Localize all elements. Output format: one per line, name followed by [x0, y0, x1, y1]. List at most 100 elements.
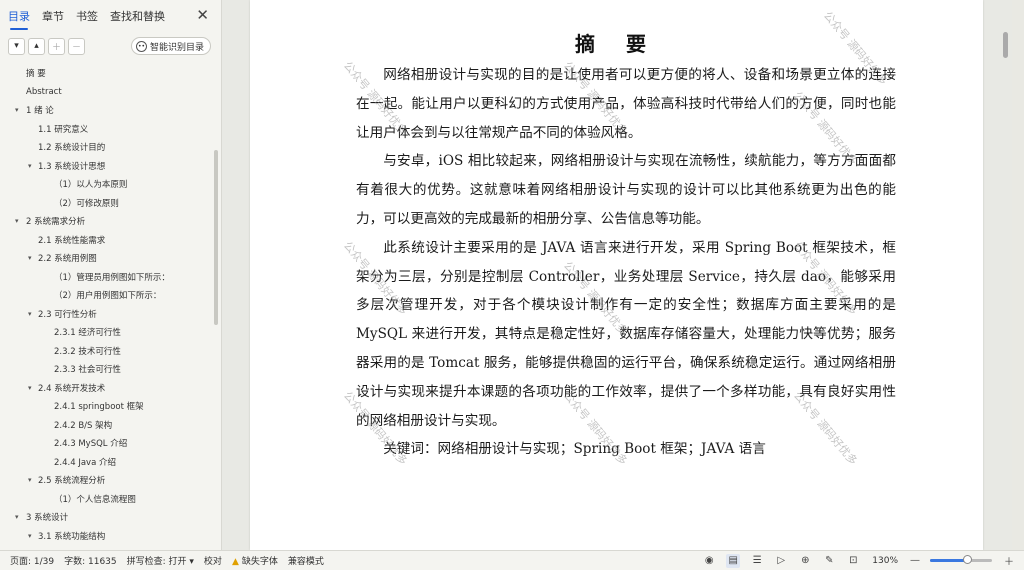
- expand-arrow-icon[interactable]: ▾: [28, 384, 32, 392]
- play-icon[interactable]: ▷: [774, 554, 788, 568]
- toc-item[interactable]: （2）用户用例图如下所示：: [0, 286, 214, 305]
- pen-icon[interactable]: ✎: [822, 554, 836, 568]
- spell-check-toggle[interactable]: 拼写检查: 打开 ▾: [127, 554, 194, 567]
- toc-scrollbar[interactable]: [214, 150, 218, 325]
- status-bar: 页面: 1/39 字数: 11635 拼写检查: 打开 ▾ 校对 ▲ 缺失字体 兼…: [0, 550, 1024, 570]
- page-view-icon[interactable]: ▤: [726, 553, 741, 568]
- toc-item-label: （1）个人信息流程图: [54, 494, 136, 505]
- robot-icon: ••: [135, 40, 147, 52]
- toc-item-label: 摘 要: [26, 69, 46, 80]
- toc-item[interactable]: 2.3.1 经济可行性: [0, 323, 214, 342]
- tab-chapters[interactable]: 章节: [42, 4, 64, 28]
- expand-arrow-icon[interactable]: ▾: [28, 162, 32, 170]
- tab-find-replace[interactable]: 查找和替换: [110, 4, 165, 28]
- toc-item[interactable]: 2.4.4 Java 介绍: [0, 453, 214, 472]
- toc-item-label: 2.3.3 社会可行性: [54, 365, 121, 376]
- paragraph: 网络相册设计与实现的目的是让使用者可以更方便的将人、设备和场景更立体的连接在一起…: [356, 67, 896, 141]
- toc-item[interactable]: ▾ 2 系统需求分析: [0, 212, 214, 231]
- warning-icon: ▲: [231, 557, 239, 567]
- toc-item-label: 1.1 研究意义: [38, 124, 89, 135]
- chevron-down-icon: ▾: [14, 41, 19, 51]
- toc-item-label: 2.4.1 springboot 框架: [54, 402, 144, 413]
- toc-item-label: 2.3 可行性分析: [38, 309, 97, 320]
- tab-toc[interactable]: 目录: [8, 4, 30, 30]
- minus-icon: －: [71, 42, 81, 53]
- toc-item-label: 2.4 系统开发技术: [38, 383, 106, 394]
- toc-item-label: 2.3.2 技术可行性: [54, 346, 121, 357]
- toc-item[interactable]: ▾ 2.2 系统用例图: [0, 249, 214, 268]
- zoom-slider[interactable]: [930, 555, 992, 564]
- toc-item-label: 2.3.1 经济可行性: [54, 328, 121, 339]
- toc-item[interactable]: ▾ 3 系统设计: [0, 508, 214, 527]
- plus-icon: ＋: [51, 42, 61, 53]
- expand-arrow-icon[interactable]: ▾: [15, 513, 19, 521]
- document-scrollbar[interactable]: [1000, 0, 1012, 550]
- toc-item[interactable]: （1）个人信息流程图: [0, 490, 214, 509]
- toc-item[interactable]: （2）可修改原则: [0, 194, 214, 213]
- zoom-level[interactable]: 130%: [872, 556, 898, 566]
- zoom-out-icon[interactable]: —: [908, 554, 922, 568]
- toc-item[interactable]: 1.2 系统设计目的: [0, 138, 214, 157]
- missing-font-label: 缺失字体: [241, 557, 278, 567]
- document-body: 网络相册设计与实现的目的是让使用者可以更方便的将人、设备和场景更立体的连接在一起…: [356, 61, 896, 464]
- toc-item[interactable]: 2.3.3 社会可行性: [0, 360, 214, 379]
- toc-item[interactable]: （1）管理员用例图如下所示：: [0, 268, 214, 287]
- document-area: 摘 要 网络相册设计与实现的目的是让使用者可以更方便的将人、设备和场景更立体的连…: [222, 0, 1012, 550]
- close-icon[interactable]: ✕: [196, 7, 209, 23]
- compat-mode[interactable]: 兼容模式: [288, 554, 324, 567]
- toc-item-label: 2.5 系统流程分析: [38, 476, 106, 487]
- smart-toc-button[interactable]: •• 智能识别目录: [130, 37, 211, 55]
- toc-item[interactable]: 2.4.1 springboot 框架: [0, 397, 214, 416]
- expand-all-button[interactable]: ▾: [8, 37, 25, 55]
- toc-item-label: （2）可修改原则: [54, 198, 119, 209]
- scroll-thumb[interactable]: [1003, 32, 1008, 58]
- nav-tabs: 目录 章节 书签 查找和替换 ✕: [0, 0, 221, 32]
- toc-item-label: （2）用户用例图如下所示：: [54, 291, 162, 302]
- collapse-all-button[interactable]: ▴: [28, 37, 45, 55]
- chevron-up-icon: ▴: [34, 41, 39, 51]
- toc-item[interactable]: 2.1 系统性能需求: [0, 231, 214, 250]
- toc-item[interactable]: 摘 要: [0, 64, 214, 83]
- toc-item[interactable]: 2.4.3 MySQL 介绍: [0, 434, 214, 453]
- page-title: 摘 要: [575, 32, 658, 56]
- tab-bookmarks[interactable]: 书签: [76, 4, 98, 28]
- paragraph: 此系统设计主要采用的是 JAVA 语言来进行开发，采用 Spring Boot …: [356, 239, 896, 429]
- outline-view-icon[interactable]: ☰: [750, 554, 764, 568]
- toc-item-label: （1）以人为本原则: [54, 180, 128, 191]
- toc-item[interactable]: （1）以人为本原则: [0, 175, 214, 194]
- missing-font-button[interactable]: ▲ 缺失字体: [232, 554, 278, 567]
- toc-item[interactable]: ▾ 1.3 系统设计思想: [0, 157, 214, 176]
- toc-item[interactable]: ▾ 2.5 系统流程分析: [0, 471, 214, 490]
- expand-arrow-icon[interactable]: ▾: [15, 106, 19, 114]
- toc-item-label: 2.1 系统性能需求: [38, 235, 106, 246]
- expand-arrow-icon[interactable]: ▾: [28, 310, 32, 318]
- toc-item[interactable]: 2.4.2 B/S 架构: [0, 416, 214, 435]
- web-view-icon[interactable]: ⊕: [798, 554, 812, 568]
- word-count[interactable]: 字数: 11635: [64, 554, 117, 567]
- proofread-button[interactable]: 校对: [204, 554, 222, 567]
- eye-icon[interactable]: ◉: [702, 554, 716, 568]
- expand-arrow-icon[interactable]: ▾: [15, 217, 19, 225]
- toc-item[interactable]: Abstract: [0, 83, 214, 102]
- toc-item-label: Abstract: [26, 86, 62, 97]
- document-page[interactable]: 摘 要 网络相册设计与实现的目的是让使用者可以更方便的将人、设备和场景更立体的连…: [250, 0, 983, 550]
- toc-item[interactable]: 1.1 研究意义: [0, 120, 214, 139]
- toc-item[interactable]: 2.3.2 技术可行性: [0, 342, 214, 361]
- toc-item-label: 2.4.4 Java 介绍: [54, 457, 116, 468]
- toc-item-label: 2 系统需求分析: [26, 217, 86, 228]
- toc-item[interactable]: ▾ 2.4 系统开发技术: [0, 379, 214, 398]
- toc-item[interactable]: ▾ 2.3 可行性分析: [0, 305, 214, 324]
- page-count[interactable]: 页面: 1/39: [10, 554, 54, 567]
- smart-toc-label: 智能识别目录: [149, 42, 204, 53]
- expand-arrow-icon[interactable]: ▾: [28, 254, 32, 262]
- toc-item[interactable]: ▾ 3.1 系统功能结构: [0, 527, 214, 546]
- remove-heading-button[interactable]: －: [68, 37, 85, 55]
- add-heading-button[interactable]: ＋: [48, 37, 65, 55]
- toc-item[interactable]: ▾ 1 绪 论: [0, 101, 214, 120]
- zoom-slider-knob[interactable]: [963, 555, 973, 564]
- expand-arrow-icon[interactable]: ▾: [28, 476, 32, 484]
- keywords: 关键词：网络相册设计与实现；Spring Boot 框架；JAVA 语言: [383, 441, 766, 458]
- zoom-in-icon[interactable]: ＋: [1002, 554, 1016, 568]
- expand-arrow-icon[interactable]: ▾: [28, 532, 32, 540]
- fit-window-icon[interactable]: ⊡: [846, 554, 860, 568]
